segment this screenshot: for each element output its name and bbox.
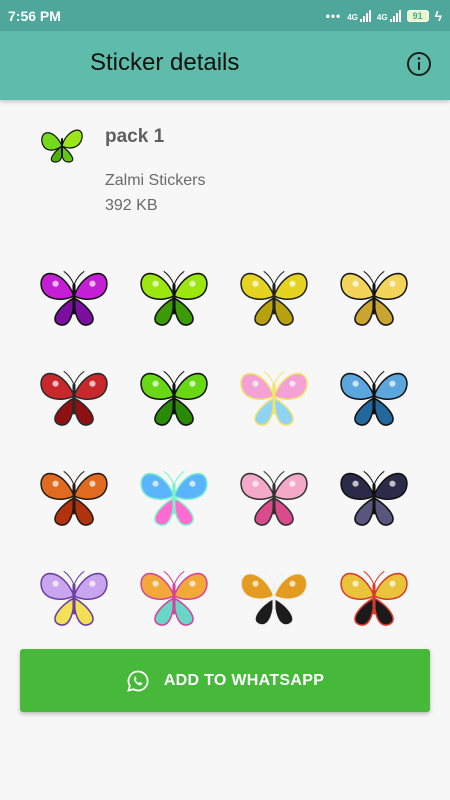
sticker-yellow-butterfly[interactable] [226,250,322,346]
butterfly-icon [40,370,108,426]
butterfly-icon [140,470,208,526]
sticker-pastel-rainbow-butterfly[interactable] [226,350,322,446]
butterfly-icon [140,570,208,626]
status-time: 7:56 PM [8,7,61,24]
sticker-dark-purple-butterfly[interactable] [326,450,422,546]
sticker-green-butterfly[interactable] [126,350,222,446]
butterfly-icon [340,470,408,526]
page-title: Sticker details [90,49,240,76]
sticker-pink-butterfly[interactable] [226,450,322,546]
app-bar: Sticker details [0,31,450,100]
sticker-grid [24,250,424,642]
pack-name: pack 1 [105,126,165,147]
sticker-green-butterfly-side[interactable] [126,250,222,346]
butterfly-icon [40,570,108,626]
sticker-orange-butterfly-side[interactable] [26,450,122,546]
status-bar: 7:56 PM ••• 4G 4G 91 ϟ [0,0,450,31]
butterfly-icon [240,570,308,626]
butterfly-icon [140,270,208,326]
butterfly-icon [340,370,408,426]
info-icon[interactable] [406,51,432,77]
notification-dots-icon: ••• [325,8,342,23]
sticker-magenta-butterfly[interactable] [26,250,122,346]
sticker-colorful-butterfly[interactable] [126,550,222,646]
butterfly-icon [340,570,408,626]
sticker-red-butterfly-swarm[interactable] [26,350,122,446]
sticker-yellow-black-butterfly[interactable] [326,250,422,346]
battery-icon: 91 [406,9,429,22]
sticker-rainbow-butterfly[interactable] [126,450,222,546]
add-to-whatsapp-label: ADD TO WHATSAPP [163,671,325,689]
pack-size: 392 KB [105,197,158,214]
butterfly-icon [240,470,308,526]
butterfly-icon [40,470,108,526]
sticker-cartoon-butterfly[interactable] [26,550,122,646]
butterfly-icon [140,370,208,426]
signal-icon: 4G [347,9,371,22]
charging-icon: ϟ [434,7,442,24]
status-icons: ••• 4G 4G 91 ϟ [326,8,442,24]
butterfly-icon [40,270,108,326]
sticker-monarch-butterfly[interactable] [226,550,322,646]
whatsapp-icon [127,670,149,692]
signal-icon-2: 4G [377,9,401,22]
butterfly-icon [240,370,308,426]
add-to-whatsapp-button[interactable]: ADD TO WHATSAPP [20,649,430,712]
pack-tray-icon [41,129,83,163]
sticker-swallowtail-butterfly[interactable] [326,550,422,646]
butterfly-icon [240,270,308,326]
butterfly-icon [340,270,408,326]
pack-author: Zalmi Stickers [105,172,206,189]
sticker-blue-butterfly[interactable] [326,350,422,446]
